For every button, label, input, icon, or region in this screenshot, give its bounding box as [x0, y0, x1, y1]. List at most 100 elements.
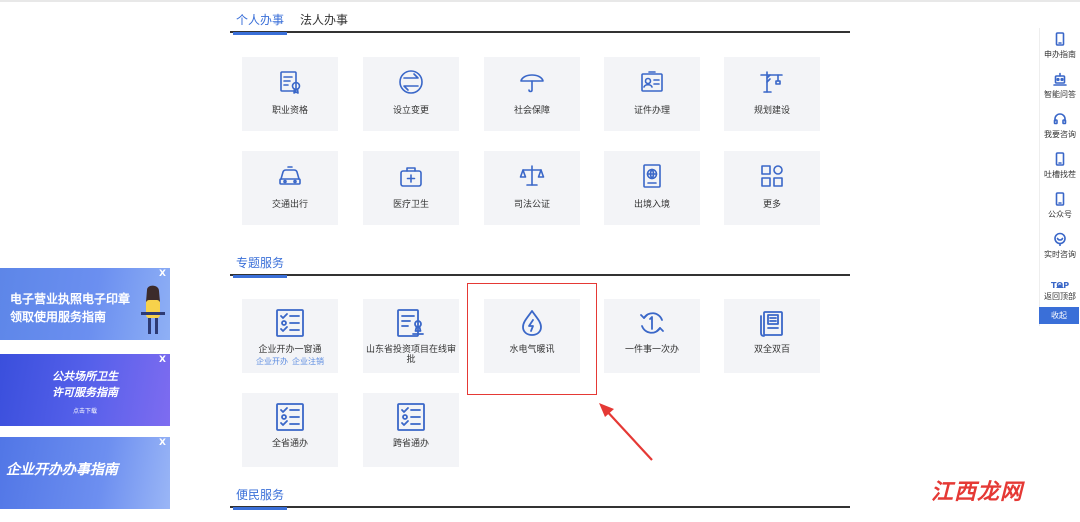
- service-tile-social-security[interactable]: 社会保障: [484, 57, 580, 131]
- service-tile-id-documents[interactable]: 证件办理: [604, 57, 700, 131]
- tile-label: 交通出行: [271, 200, 308, 210]
- chat-icon: [1053, 231, 1067, 247]
- phone-icon: [1053, 31, 1067, 46]
- special-tile-province-wide[interactable]: 全省通办: [242, 393, 338, 467]
- tile-label: 社会保障: [513, 106, 550, 116]
- document-stack-icon: [724, 307, 820, 339]
- banner-e-license-guide[interactable]: 电子营业执照电子印章领取使用服务指南 X: [0, 268, 170, 340]
- special-services-title: 专题服务: [232, 254, 288, 278]
- tile-label: 规划建设: [753, 106, 790, 116]
- service-tile-vocational-qualification[interactable]: 职业资格: [242, 57, 338, 131]
- convenience-services-title: 便民服务: [232, 486, 288, 510]
- grid-icon: [724, 163, 820, 189]
- toolbar-label: 申办指南: [1044, 50, 1076, 59]
- tile-label: 山东省投资项目在线审批: [365, 345, 456, 365]
- special-tile-one-thing-once[interactable]: 一件事一次办: [604, 299, 700, 373]
- medical-kit-icon: [363, 163, 459, 189]
- toolbar-label: 智能问答: [1044, 90, 1076, 99]
- toolbar-item-official-account[interactable]: 公众号: [1040, 188, 1080, 228]
- right-toolbar: 申办指南 智能问答 我要咨询 吐槽找茬 公众号 实时咨询 TOP 返回顶部: [1039, 28, 1079, 326]
- toolbar-label: 公众号: [1048, 210, 1072, 219]
- id-card-icon: [604, 69, 700, 95]
- service-tabs: 个人办事 法人办事: [230, 11, 850, 35]
- person-illustration-icon: [141, 285, 165, 334]
- checklist-icon: [242, 401, 338, 433]
- tile-label: 司法公证: [513, 200, 550, 210]
- water-energy-icon: [484, 307, 580, 339]
- tile-label: 水电气暖讯: [509, 345, 555, 355]
- service-tile-medical[interactable]: 医疗卫生: [363, 151, 459, 225]
- service-tile-judicial-notary[interactable]: 司法公证: [484, 151, 580, 225]
- tab-legal-entity[interactable]: 法人办事: [300, 11, 348, 33]
- exchange-icon: [363, 69, 459, 95]
- sublink-business-open[interactable]: 企业开办: [256, 357, 288, 366]
- tile-label: 跨省通办: [392, 439, 429, 449]
- banner-public-hygiene-guide[interactable]: 公共场所卫生 许可服务指南 点击下载 X: [0, 354, 170, 426]
- toolbar-item-guide[interactable]: 申办指南: [1040, 28, 1080, 68]
- tile-label: 全省通办: [271, 439, 308, 449]
- tile-label: 双全双百: [753, 345, 790, 355]
- banner-title-line1: 公共场所卫生: [52, 370, 118, 383]
- top-arrow-icon: [1053, 274, 1067, 288]
- top-divider: [0, 0, 1080, 2]
- sublink-business-cancel[interactable]: 企业注销: [292, 357, 324, 366]
- checklist-icon: [242, 307, 338, 339]
- banner-title: 电子营业执照电子印章领取使用服务指南: [10, 292, 131, 324]
- toolbar-item-back-to-top[interactable]: TOP 返回顶部: [1040, 268, 1080, 308]
- checklist-icon: [363, 401, 459, 433]
- tile-label: 更多: [762, 200, 781, 210]
- umbrella-icon: [484, 69, 580, 95]
- watermark-logo: 江西龙网: [931, 480, 1024, 505]
- passport-icon: [604, 163, 700, 189]
- special-tile-water-electricity-gas[interactable]: 水电气暖讯: [484, 299, 580, 373]
- banner-title-line2: 许可服务指南: [52, 386, 118, 399]
- tile-label: 设立变更: [392, 106, 429, 116]
- special-tile-investment-approval[interactable]: 山东省投资项目在线审批: [363, 299, 459, 373]
- toolbar-item-smart-qa[interactable]: 智能问答: [1040, 68, 1080, 108]
- toolbar-collapse-button[interactable]: 收起: [1039, 307, 1079, 324]
- scales-icon: [484, 163, 580, 189]
- banner-business-startup-guide[interactable]: 企业开办办事指南 X: [0, 437, 170, 509]
- phone-icon: [1053, 151, 1067, 166]
- service-tile-more[interactable]: 更多: [724, 151, 820, 225]
- tile-label: 职业资格: [271, 106, 308, 116]
- headset-icon: [1053, 111, 1067, 125]
- tile-label: 医疗卫生: [392, 200, 429, 210]
- stamp-form-icon: [363, 307, 459, 339]
- toolbar-label: 我要咨询: [1044, 130, 1076, 139]
- banner-close-button[interactable]: X: [159, 438, 166, 448]
- tile-label: 一件事一次办: [624, 345, 679, 355]
- toolbar-label: 返回顶部: [1044, 292, 1076, 301]
- cycle-one-icon: [604, 307, 700, 339]
- special-services-header: 专题服务: [230, 254, 850, 278]
- robot-icon: [1053, 71, 1067, 86]
- special-tile-double-full-hundred[interactable]: 双全双百: [724, 299, 820, 373]
- tile-sublinks: 企业开办 企业注销: [242, 356, 338, 367]
- phone-icon: [1053, 191, 1067, 206]
- tile-label: 企业开办一窗通: [258, 345, 322, 355]
- toolbar-item-live-chat[interactable]: 实时咨询: [1040, 228, 1080, 268]
- banner-close-button[interactable]: X: [159, 269, 166, 279]
- toolbar-label: 吐槽找茬: [1044, 170, 1076, 179]
- certificate-icon: [242, 69, 338, 95]
- crane-icon: [724, 69, 820, 95]
- service-tile-entry-exit[interactable]: 出境入境: [604, 151, 700, 225]
- banner-close-button[interactable]: X: [159, 355, 166, 365]
- toolbar-item-consult[interactable]: 我要咨询: [1040, 108, 1080, 148]
- banner-title: 企业开办办事指南: [6, 462, 118, 478]
- special-tile-business-startup[interactable]: 企业开办一窗通 企业开办 企业注销: [242, 299, 338, 373]
- special-tile-cross-province[interactable]: 跨省通办: [363, 393, 459, 467]
- car-icon: [242, 163, 338, 189]
- banner-download-label[interactable]: 点击下载: [0, 406, 170, 415]
- tab-personal[interactable]: 个人办事: [232, 11, 288, 35]
- toolbar-label: 实时咨询: [1044, 250, 1076, 259]
- top-text: TOP: [1050, 281, 1070, 290]
- tile-label: 出境入境: [633, 200, 670, 210]
- toolbar-item-feedback[interactable]: 吐槽找茬: [1040, 148, 1080, 188]
- tile-label: 证件办理: [633, 106, 670, 116]
- annotation-arrow-icon: [599, 403, 653, 461]
- service-tile-planning-construction[interactable]: 规划建设: [724, 57, 820, 131]
- convenience-services-header: 便民服务: [230, 486, 850, 510]
- service-tile-establish-change[interactable]: 设立变更: [363, 57, 459, 131]
- service-tile-transport[interactable]: 交通出行: [242, 151, 338, 225]
